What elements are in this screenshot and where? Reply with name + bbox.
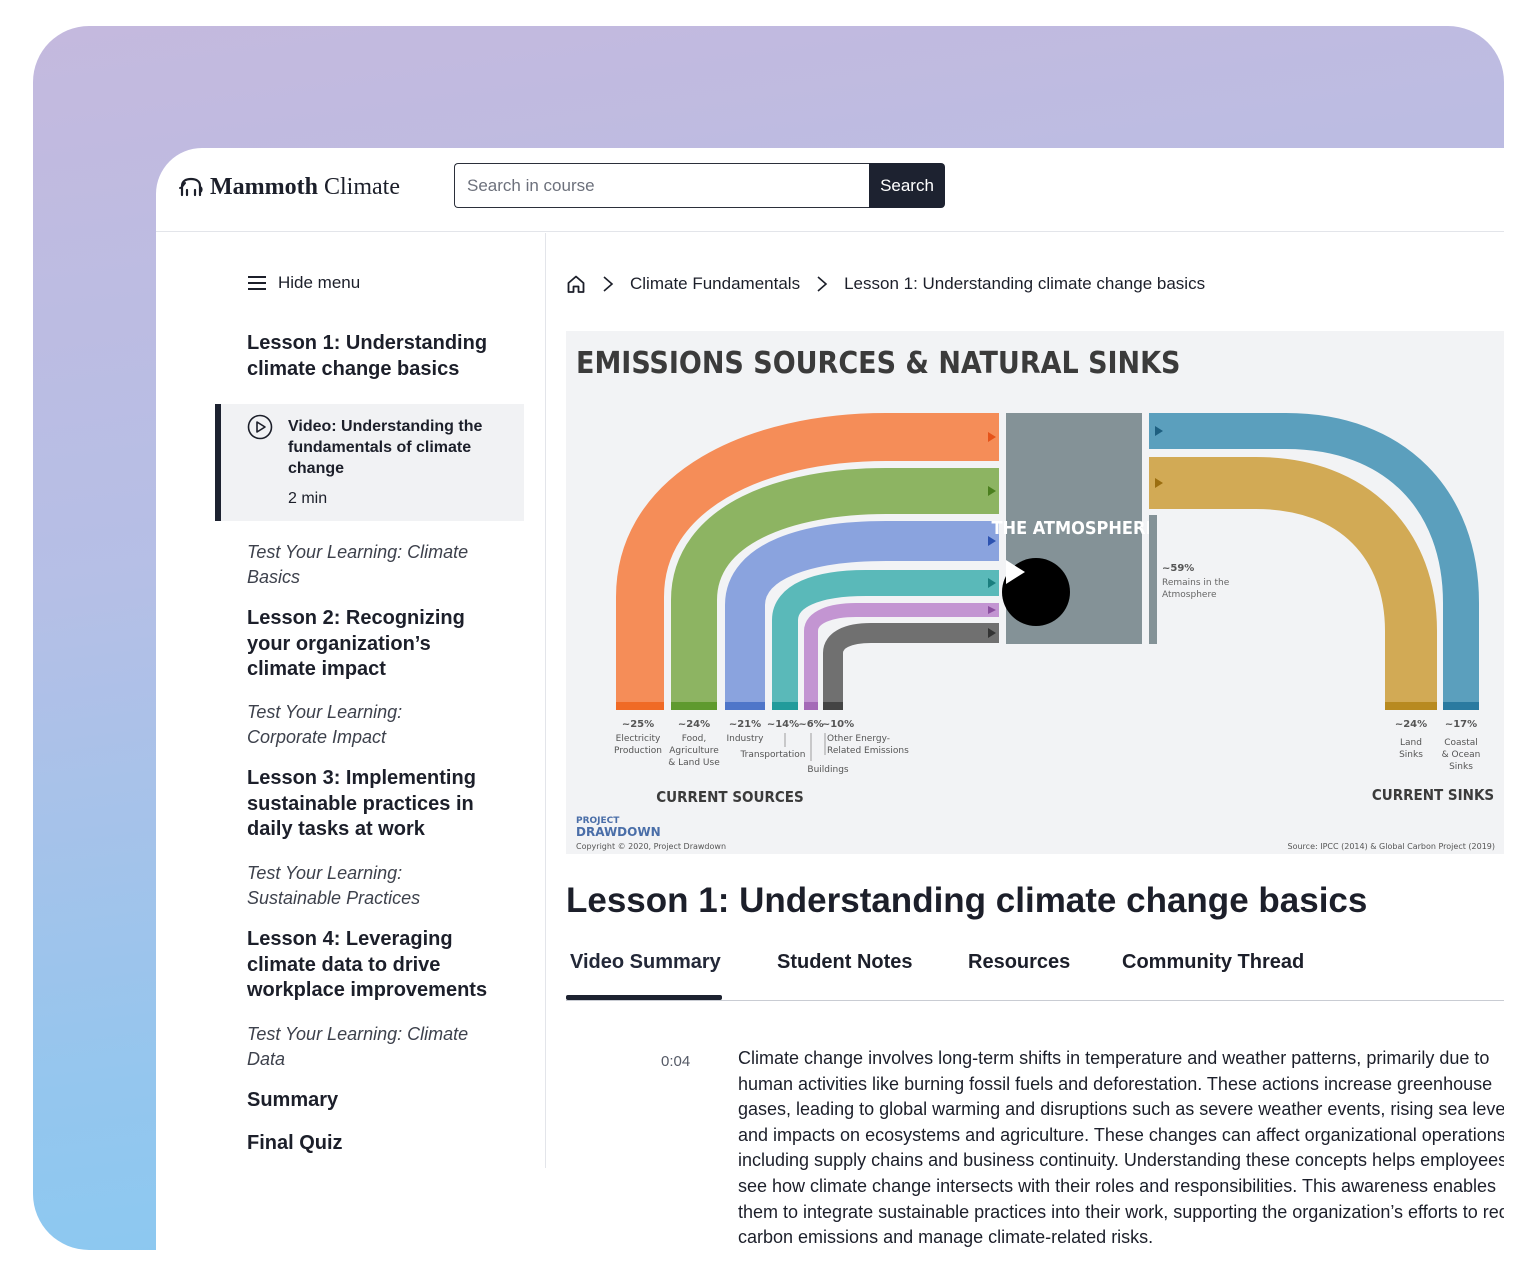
svg-text:Food,: Food, [682,734,706,744]
svg-text:~21%: ~21% [729,719,761,730]
video-player[interactable]: EMISSIONS SOURCES & NATURAL SINKS THE AT… [566,331,1504,854]
hamburger-icon [248,276,266,290]
svg-text:~59%: ~59% [1162,563,1194,574]
svg-text:~25%: ~25% [622,719,654,730]
svg-text:Sinks: Sinks [1449,762,1473,772]
sidebar-item-test-2[interactable]: Test Your Learning: Corporate Impact [247,700,477,749]
active-video-duration: 2 min [288,490,328,507]
svg-text:Buildings: Buildings [807,765,849,775]
hide-menu-button[interactable]: Hide menu [248,273,360,293]
play-circle-icon [247,414,273,440]
atmosphere-label: THE ATMOSPHERE [991,518,1156,539]
svg-text:~10%: ~10% [822,719,854,730]
transcript-timestamp[interactable]: 0:04 [661,1053,690,1070]
svg-text:Related Emissions: Related Emissions [827,746,909,756]
svg-text:Atmosphere: Atmosphere [1162,590,1217,600]
svg-text:Source: IPCC (2014) & Global C: Source: IPCC (2014) & Global Carbon Proj… [1288,842,1495,851]
sidebar-item-summary[interactable]: Summary [247,1088,497,1114]
hide-menu-label: Hide menu [278,273,361,292]
chevron-right-icon [603,276,614,292]
course-sidebar: Hide menu Lesson 1: Understanding climat… [156,233,546,1168]
sidebar-item-lesson-1[interactable]: Lesson 1: Understanding climate change b… [247,331,497,382]
svg-text:Sinks: Sinks [1399,750,1423,760]
infographic-title: EMISSIONS SOURCES & NATURAL SINKS [576,346,1181,381]
sidebar-item-lesson-2[interactable]: Lesson 2: Recognizing your organization’… [247,606,497,683]
svg-text:~17%: ~17% [1445,719,1477,730]
svg-text:Industry: Industry [726,734,764,744]
chevron-right-icon [817,276,828,292]
play-button[interactable] [1002,558,1070,626]
top-header: Mammoth Climate Search [156,148,1504,232]
brand-logo[interactable]: Mammoth Climate [178,172,400,202]
svg-text:Remains in the: Remains in the [1162,578,1230,588]
svg-text:~14%: ~14% [767,719,799,730]
svg-text:Agriculture: Agriculture [669,746,719,756]
svg-text:Transportation: Transportation [740,750,806,760]
tab-video-summary[interactable]: Video Summary [570,951,721,974]
svg-text:& Land Use: & Land Use [668,758,720,768]
svg-text:~6%: ~6% [798,719,823,730]
breadcrumb: Climate Fundamentals Lesson 1: Understan… [566,270,1205,298]
active-video-title: Video: Understanding the fundamentals of… [288,418,483,477]
search-button[interactable]: Search [869,163,945,208]
sidebar-item-lesson-3[interactable]: Lesson 3: Implementing sustainable pract… [247,766,497,843]
home-icon[interactable] [566,274,586,294]
svg-text:Other Energy-: Other Energy- [827,734,890,744]
breadcrumb-lesson: Lesson 1: Understanding climate change b… [844,274,1206,293]
svg-text:DRAWDOWN: DRAWDOWN [576,825,661,839]
sidebar-item-active-video[interactable]: Video: Understanding the fundamentals of… [215,404,524,521]
tab-student-notes[interactable]: Student Notes [777,951,913,974]
breadcrumb-course[interactable]: Climate Fundamentals [630,274,800,294]
svg-text:Electricity: Electricity [616,734,661,744]
transcript-text: Climate change involves long-term shifts… [738,1048,1504,1248]
svg-text:~24%: ~24% [678,719,710,730]
svg-text:Copyright © 2020, Project Draw: Copyright © 2020, Project Drawdown [576,842,726,851]
search-input[interactable] [454,163,870,208]
svg-text:CURRENT SOURCES: CURRENT SOURCES [656,788,803,806]
sidebar-item-final-quiz[interactable]: Final Quiz [247,1131,497,1157]
sidebar-item-test-3[interactable]: Test Your Learning: Sustainable Practice… [247,861,477,910]
svg-text:Land: Land [1400,738,1422,748]
sidebar-item-lesson-4[interactable]: Lesson 4: Leveraging climate data to dri… [247,927,497,1004]
tab-resources[interactable]: Resources [968,951,1070,974]
active-tab-indicator [566,995,722,1000]
svg-text:Production: Production [614,746,662,756]
svg-text:& Ocean: & Ocean [1442,750,1481,760]
tab-community-thread[interactable]: Community Thread [1122,951,1304,974]
svg-text:~24%: ~24% [1395,719,1427,730]
mammoth-icon [179,177,203,197]
lesson-tabs: Video Summary Student Notes Resources Co… [566,945,1504,1001]
sidebar-item-test-4[interactable]: Test Your Learning: Climate Data [247,1022,477,1071]
brand-name-light: Climate [323,173,400,200]
brand-name-bold: Mammoth [210,173,318,200]
svg-text:Coastal: Coastal [1444,738,1478,748]
page-title: Lesson 1: Understanding climate change b… [566,881,1368,920]
svg-text:CURRENT SINKS: CURRENT SINKS [1372,786,1494,804]
sidebar-item-test-1[interactable]: Test Your Learning: Climate Basics [247,540,477,589]
app-window: Mammoth Climate Search Hide menu Lesson … [156,148,1504,1250]
play-icon [1006,560,1025,584]
